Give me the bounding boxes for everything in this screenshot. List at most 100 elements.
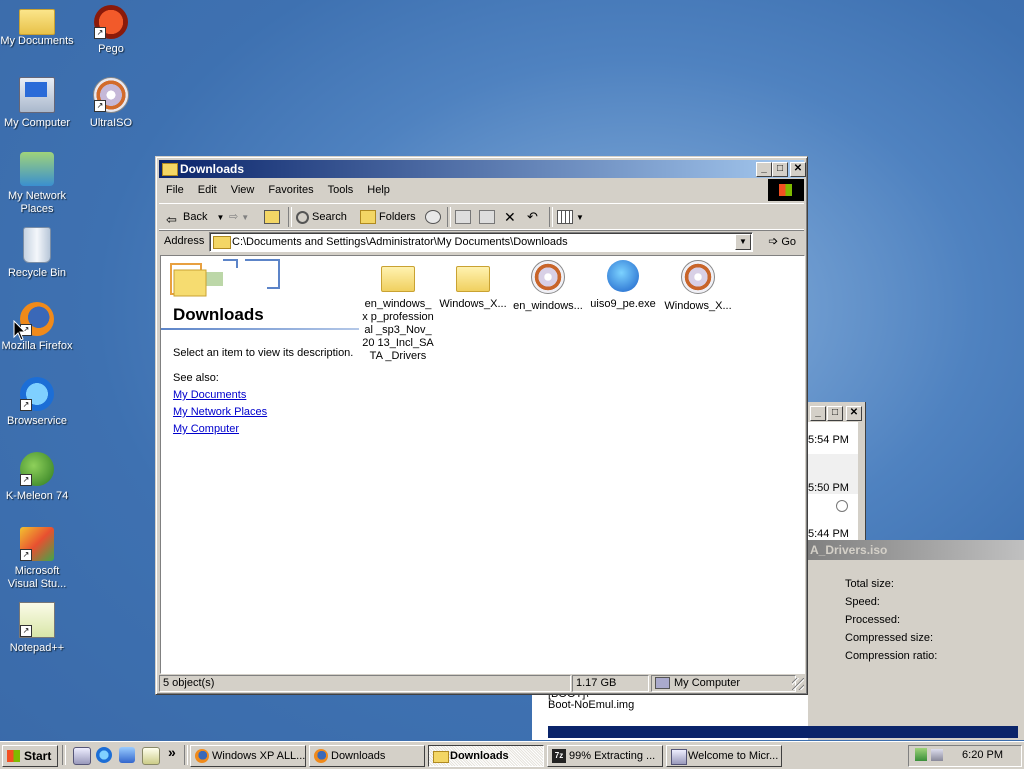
undo-button[interactable]: ↶ [527, 208, 538, 226]
file-item-exe[interactable]: uiso9_pe.exe [586, 260, 660, 311]
desktop-icon-k-meleon[interactable]: ↗ K-Meleon 74 [0, 449, 74, 503]
folder-content-area[interactable]: Downloads Select an item to view its des… [160, 255, 805, 674]
back-button[interactable]: ⇦ Back ▼ [166, 208, 225, 227]
file-item-iso[interactable]: Windows_X... [661, 260, 735, 313]
link-my-documents[interactable]: My Documents [173, 389, 246, 401]
close-button[interactable]: ✕ [846, 406, 862, 421]
start-button[interactable]: Start [2, 745, 58, 767]
window-title: Downloads [180, 162, 245, 176]
link-my-network-places[interactable]: My Network Places [173, 406, 267, 418]
task-label: Downloads [331, 750, 386, 762]
show-desktop-icon[interactable] [73, 747, 91, 765]
desktop-icon-visual-studio[interactable]: ↗ Microsoft Visual Stu... [0, 524, 74, 591]
file-item-folder[interactable]: en_windows_x p_professional _sp3_Nov_20 … [361, 260, 435, 363]
see-also-label: See also: [173, 372, 219, 384]
desktop-icon-my-network-places[interactable]: My Network Places [0, 149, 74, 216]
visual-studio-icon: ↗ [20, 527, 54, 561]
desktop-icon-notepad-plus-plus[interactable]: ↗ Notepad++ [0, 599, 74, 655]
address-dropdown-button[interactable]: ▼ [735, 234, 751, 250]
extract-progress-bar [548, 726, 1018, 738]
desktop-icon-ultraiso[interactable]: ↗ UltraISO [74, 74, 148, 130]
start-label: Start [24, 749, 52, 763]
go-label: Go [781, 236, 796, 248]
desktop-icon-my-documents[interactable]: My Documents [0, 2, 74, 48]
menu-bar: File Edit View Favorites Tools Help [159, 181, 804, 201]
go-button[interactable]: ➩ Go [768, 234, 796, 248]
search-quicklaunch-icon[interactable] [142, 747, 160, 765]
desktop-icon-pego[interactable]: ↗ Pego [74, 2, 148, 56]
forward-button[interactable]: ⇨ ▼ [229, 208, 249, 226]
address-label: Address [164, 235, 205, 247]
desktop-icon-label: My Documents [0, 35, 74, 47]
back-dropdown-icon[interactable]: ▼ [217, 213, 225, 222]
task-welcome[interactable]: Welcome to Micr... [666, 745, 782, 767]
internet-explorer-icon[interactable] [96, 747, 112, 763]
iso-icon [681, 260, 715, 294]
menu-favorites[interactable]: Favorites [261, 181, 320, 199]
forward-dropdown-icon[interactable]: ▼ [241, 213, 249, 222]
network-tray-icon[interactable] [915, 748, 927, 761]
menu-view[interactable]: View [224, 181, 262, 199]
delete-button[interactable]: ✕ [504, 208, 516, 226]
file-item-iso[interactable]: en_windows... [511, 260, 585, 313]
menu-edit[interactable]: Edit [191, 181, 224, 199]
stat-label: Speed: [845, 596, 880, 608]
minimize-button[interactable]: _ [810, 406, 826, 421]
outlook-express-icon[interactable] [119, 747, 135, 763]
close-button[interactable]: ✕ [790, 162, 806, 177]
pane-description: Select an item to view its description. [173, 347, 354, 359]
task-extracting[interactable]: 7z 99% Extracting ... [547, 745, 663, 767]
file-item-folder[interactable]: Windows_X... [436, 260, 510, 311]
desktop-icon-mozilla-firefox[interactable]: ↗ Mozilla Firefox [0, 299, 74, 353]
copy-to-button[interactable] [479, 208, 498, 226]
search-icon [296, 210, 309, 224]
address-input[interactable]: C:\Documents and Settings\Administrator\… [209, 232, 753, 252]
menu-help[interactable]: Help [360, 181, 397, 199]
welcome-icon [671, 749, 687, 765]
desktop-icon-browservice[interactable]: ↗ Browservice [0, 374, 74, 428]
toolbar-separator [288, 207, 292, 227]
title-bar[interactable]: Downloads _ □ ✕ [159, 160, 806, 178]
pane-divider [161, 328, 359, 330]
folders-button[interactable]: Folders [360, 208, 416, 226]
task-downloads-explorer[interactable]: Downloads [428, 745, 544, 767]
volume-tray-icon[interactable] [931, 749, 943, 761]
task-windows-xp-all[interactable]: Windows XP ALL... [190, 745, 306, 767]
views-dropdown-icon[interactable]: ▼ [576, 213, 584, 222]
system-tray: 6:20 PM [908, 745, 1022, 767]
link-my-computer[interactable]: My Computer [173, 423, 239, 435]
resize-grip-icon[interactable] [792, 678, 804, 690]
move-to-button[interactable] [455, 208, 474, 226]
explorer-window[interactable]: Downloads _ □ ✕ File Edit View Favorites Too… [155, 156, 808, 695]
recycle-bin-icon [23, 227, 51, 263]
ultraiso-icon: ↗ [93, 77, 129, 113]
maximize-button[interactable]: □ [827, 406, 843, 421]
history-button[interactable] [425, 208, 444, 226]
background-window-log[interactable]: _ □ ✕ 5:54 PM 5:50 PM 5:44 PM [806, 402, 866, 540]
search-button[interactable]: Search [296, 208, 347, 226]
menu-tools[interactable]: Tools [321, 181, 361, 199]
desktop-icon-my-computer[interactable]: My Computer [0, 74, 74, 130]
up-folder-button[interactable] [264, 208, 283, 226]
desktop-icon-label: Recycle Bin [7, 267, 67, 279]
folders-icon [360, 210, 376, 225]
maximize-button[interactable]: □ [772, 162, 788, 177]
status-location: My Computer [651, 675, 796, 692]
status-object-count: 5 object(s) [159, 675, 571, 692]
folder-icon [456, 266, 490, 292]
shortcut-arrow-icon: ↗ [20, 625, 32, 637]
menu-file[interactable]: File [159, 181, 191, 199]
task-downloads-firefox[interactable]: Downloads [309, 745, 425, 767]
desktop-icon-label: Notepad++ [9, 642, 65, 654]
task-label: Downloads [450, 750, 509, 762]
folders-label: Folders [379, 211, 416, 223]
extract-stats: Total size: Speed: Processed: Compressed… [845, 575, 937, 665]
clock[interactable]: 6:20 PM [962, 749, 1003, 761]
log-list: 5:54 PM 5:50 PM 5:44 PM [808, 422, 858, 540]
minimize-button[interactable]: _ [756, 162, 772, 177]
quicklaunch-overflow-button[interactable]: » [168, 744, 176, 760]
desktop-icon-recycle-bin[interactable]: Recycle Bin [0, 224, 74, 280]
mouse-cursor-icon [13, 320, 27, 341]
views-button[interactable]: ▼ [557, 208, 584, 226]
exe-icon [607, 260, 639, 292]
